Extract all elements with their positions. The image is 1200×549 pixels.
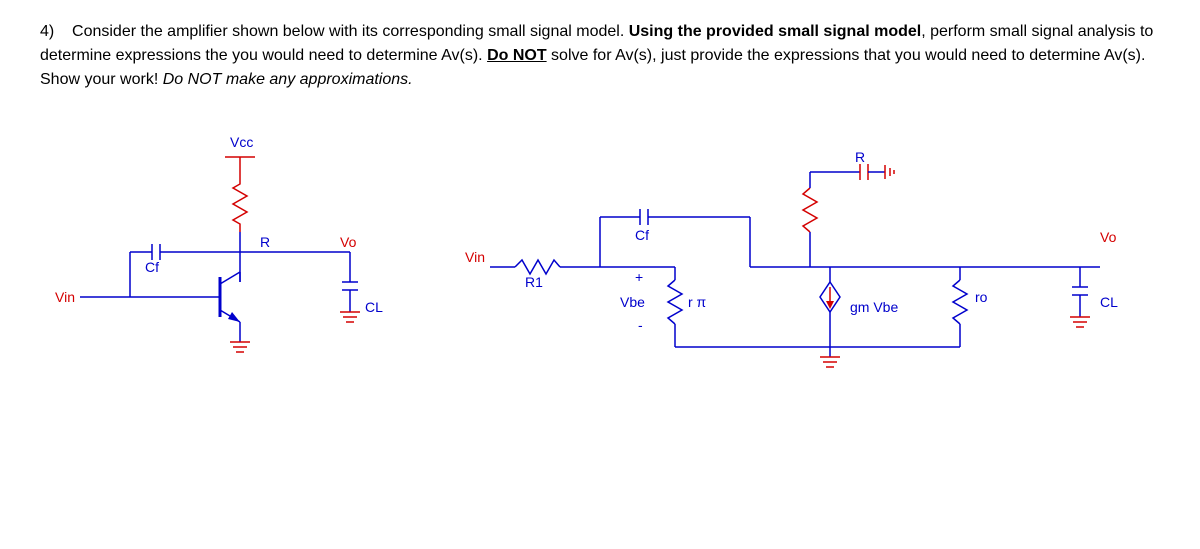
vin-label-2: Vin [465, 249, 485, 265]
resistor-r [233, 177, 247, 232]
circuits-container: Vcc R Cf Vin [40, 132, 1160, 412]
small-signal-model: Vin R1 Cf + Vbe - r π [460, 132, 1160, 412]
resistor-ro [953, 280, 967, 324]
question-number: 4) [40, 23, 54, 40]
cf-label: Cf [145, 259, 159, 275]
resistor-r1 [515, 260, 560, 274]
vin-label: Vin [55, 289, 75, 305]
vbe-label: Vbe [620, 294, 645, 310]
gmvbe-label: gm Vbe [850, 299, 898, 315]
vcc-label: Vcc [230, 134, 253, 150]
ro-label: ro [975, 289, 988, 305]
r-label-2: R [855, 149, 865, 165]
resistor-rpi [668, 280, 682, 324]
r1-label: R1 [525, 274, 543, 290]
cl-label: CL [365, 299, 383, 315]
resistor-r-2 [803, 188, 817, 232]
vo-label-2: Vo [1100, 229, 1117, 245]
bjt-emitter-arrow [228, 312, 240, 322]
r-label: R [260, 234, 270, 250]
question-text: 4) Consider the amplifier shown below wi… [40, 20, 1160, 92]
rpi-label: r π [688, 294, 707, 310]
vbe-plus: + [635, 269, 643, 285]
cf-label-2: Cf [635, 227, 649, 243]
vbe-minus: - [638, 317, 643, 333]
vo-label: Vo [340, 234, 357, 250]
amplifier-circuit: Vcc R Cf Vin [40, 132, 400, 412]
cl-label-2: CL [1100, 294, 1118, 310]
